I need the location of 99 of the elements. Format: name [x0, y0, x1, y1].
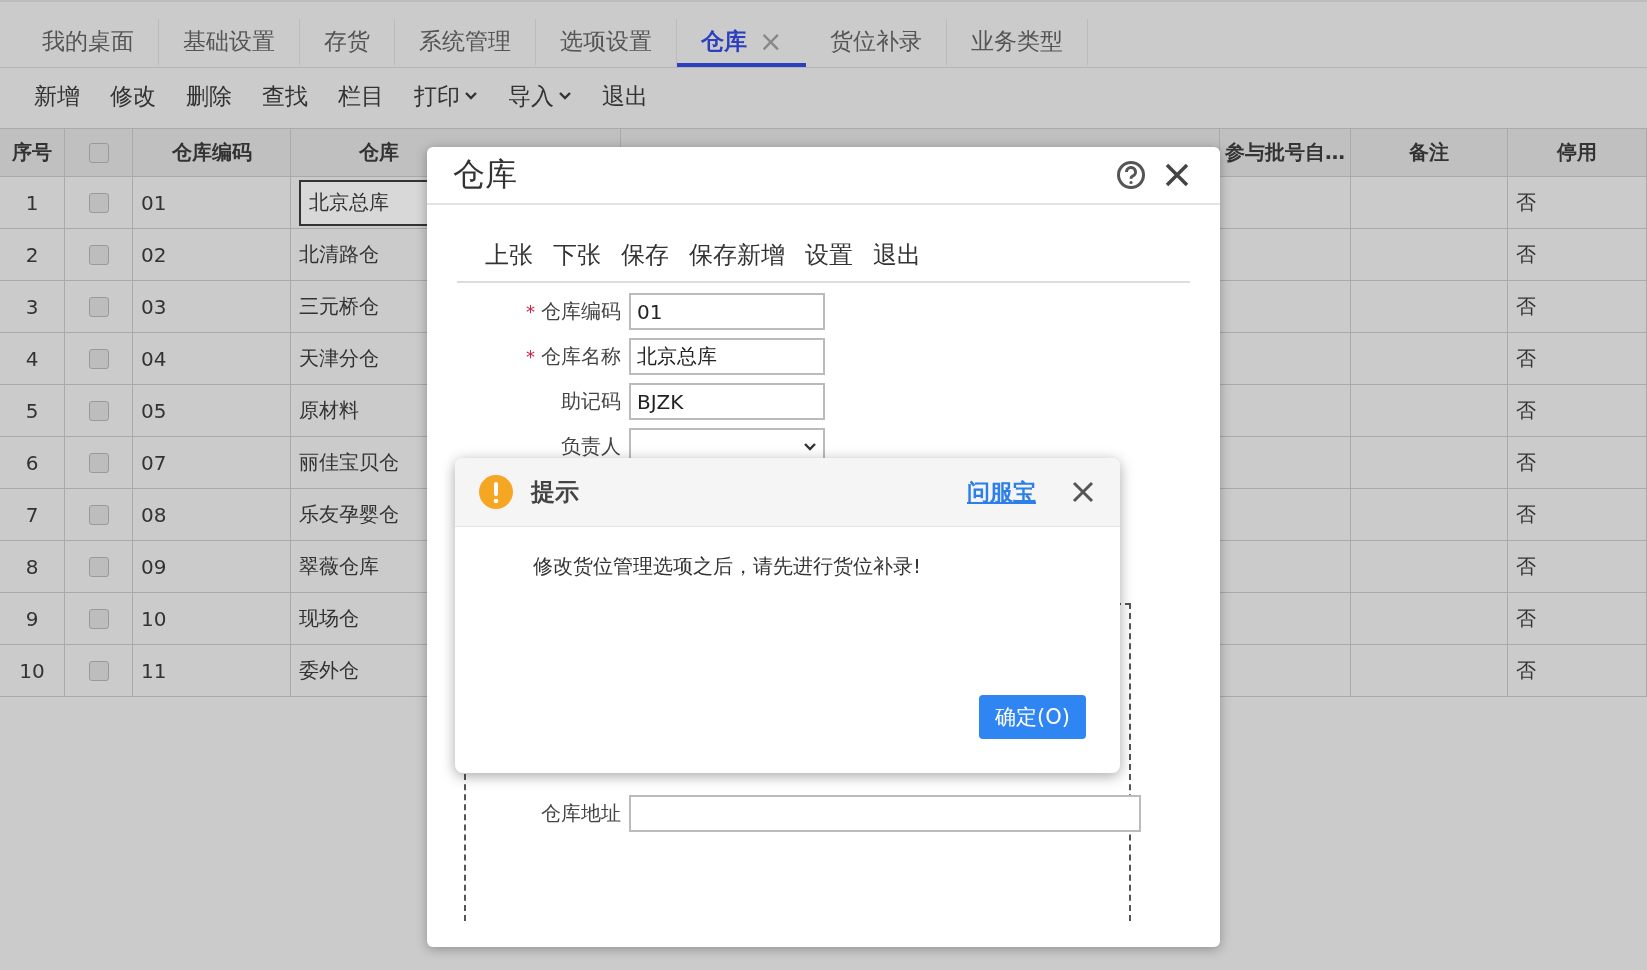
table-cell: 天津分仓 [299, 345, 379, 372]
column-header: 仓库编码 [171, 139, 252, 166]
table-cell: 11 [141, 658, 167, 683]
tab[interactable]: 选项设置 [536, 19, 677, 67]
dialog-toolbar-button[interactable]: 退出 [865, 235, 929, 275]
table-cell: 02 [141, 242, 167, 267]
table-cell: 09 [141, 554, 167, 579]
close-icon[interactable] [1072, 481, 1094, 503]
table-cell: 否 [1516, 293, 1536, 320]
table-cell: 否 [1516, 241, 1536, 268]
input-field[interactable]: 北京总库 [629, 338, 825, 375]
toolbar-button[interactable]: 修改 [98, 76, 168, 116]
table-cell: 04 [141, 346, 167, 371]
table-cell: 否 [1516, 449, 1536, 476]
row-number: 3 [25, 294, 39, 319]
row-checkbox[interactable] [88, 192, 109, 213]
table-cell: 否 [1516, 397, 1536, 424]
table-cell: 否 [1516, 189, 1536, 216]
row-checkbox[interactable] [88, 504, 109, 525]
row-checkbox[interactable] [88, 608, 109, 629]
tab[interactable]: 业务类型 [947, 19, 1089, 67]
table-cell: 现场仓 [299, 605, 359, 632]
column-header: 备注 [1409, 139, 1449, 166]
field-label: * 仓库名称 [525, 343, 621, 370]
toolbar-dropdown[interactable]: 导入 [496, 76, 584, 116]
table-cell: 否 [1516, 605, 1536, 632]
row-number: 2 [25, 242, 39, 267]
toolbar-button[interactable]: 栏目 [326, 76, 396, 116]
input-field[interactable]: BJZK [629, 383, 825, 420]
alert-message: 修改货位管理选项之后，请先进行货位补录! [533, 553, 923, 580]
dialog-toolbar-button[interactable]: 保存 [613, 235, 677, 275]
row-checkbox[interactable] [88, 296, 109, 317]
toolbar-dropdown[interactable]: 打印 [402, 76, 490, 116]
dialog-toolbar-button[interactable]: 上张 [477, 235, 541, 275]
field-label: 助记码 [560, 388, 621, 415]
field-label: 负责人 [560, 433, 621, 460]
row-checkbox[interactable] [88, 452, 109, 473]
row-checkbox[interactable] [88, 556, 109, 577]
dialog-toolbar-button[interactable]: 下张 [545, 235, 609, 275]
table-cell: 10 [141, 606, 167, 631]
row-checkbox[interactable] [88, 660, 109, 681]
warning-icon [479, 475, 513, 509]
table-cell: 三元桥仓 [299, 293, 379, 320]
row-number: 1 [25, 190, 39, 215]
ok-button[interactable]: 确定(O) [979, 695, 1086, 739]
column-header: 序号 [12, 139, 52, 166]
caret-icon [803, 441, 817, 452]
toolbar-button[interactable]: 新增 [22, 76, 92, 116]
row-number: 8 [25, 554, 39, 579]
table-cell: 01 [141, 190, 167, 215]
table-cell: 乐友孕婴仓 [299, 501, 399, 528]
row-number: 9 [25, 606, 39, 631]
row-number: 10 [19, 658, 45, 683]
dialog-toolbar-button[interactable]: 保存新增 [681, 235, 793, 275]
table-cell: 否 [1516, 345, 1536, 372]
row-number: 4 [25, 346, 39, 371]
select-all-checkbox[interactable] [88, 142, 109, 163]
field-label: * 仓库编码 [525, 298, 621, 325]
column-header: 停用 [1557, 139, 1597, 166]
toolbar-button[interactable]: 退出 [590, 76, 660, 116]
dialog-title: 仓库 [453, 154, 518, 195]
tab[interactable]: 仓库 × [677, 19, 807, 67]
row-number: 6 [25, 450, 39, 475]
table-cell: 否 [1516, 501, 1536, 528]
help-icon[interactable] [1116, 160, 1146, 190]
row-number: 5 [25, 398, 39, 423]
input-field[interactable] [629, 795, 1141, 832]
row-checkbox[interactable] [88, 348, 109, 369]
table-cell: 委外仓 [299, 657, 359, 684]
tab[interactable]: 我的桌面 [18, 19, 159, 67]
row-number: 7 [25, 502, 39, 527]
dialog-toolbar-button[interactable]: 设置 [797, 235, 861, 275]
table-cell: 否 [1516, 657, 1536, 684]
field-label: 仓库地址 [540, 800, 621, 827]
tab[interactable]: 系统管理 [395, 19, 536, 67]
table-cell: 翠薇仓库 [299, 553, 379, 580]
table-cell: 03 [141, 294, 167, 319]
input-field[interactable]: 01 [629, 293, 825, 330]
tab[interactable]: 货位补录 [806, 19, 948, 67]
table-cell: 07 [141, 450, 167, 475]
alert-title: 提示 [531, 477, 580, 508]
toolbar-button[interactable]: 查找 [250, 76, 320, 116]
column-header: 参与批号自… [1225, 139, 1345, 166]
row-checkbox[interactable] [88, 400, 109, 421]
table-cell: 原材料 [299, 397, 359, 424]
table-cell: 否 [1516, 553, 1536, 580]
table-cell: 北清路仓 [299, 241, 379, 268]
caret-icon [558, 91, 572, 101]
toolbar-button[interactable]: 删除 [174, 76, 244, 116]
row-checkbox[interactable] [88, 244, 109, 265]
table-cell: 08 [141, 502, 167, 527]
caret-icon [464, 91, 478, 101]
column-header: 仓库 [359, 139, 399, 166]
tab[interactable]: 基础设置 [159, 19, 300, 67]
table-cell: 05 [141, 398, 167, 423]
table-cell: 丽佳宝贝仓 [299, 449, 399, 476]
close-icon[interactable] [1164, 162, 1190, 188]
help-link[interactable]: 问服宝 [967, 476, 1036, 508]
tab[interactable]: 存货 [300, 19, 395, 67]
